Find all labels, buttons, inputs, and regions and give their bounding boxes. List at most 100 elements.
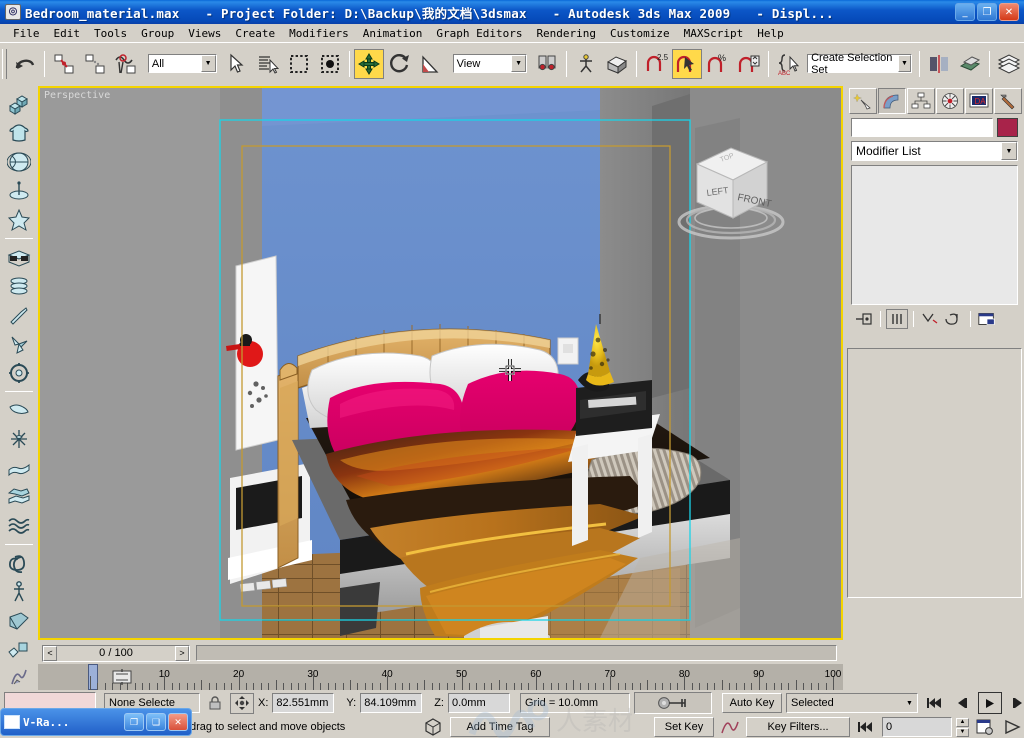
x-coordinate-input[interactable]: 82.551mm [272,693,335,713]
rectangular-selection-region-icon[interactable] [284,49,314,79]
next-frame-icon[interactable] [1006,692,1024,714]
display-tab[interactable]: DA [965,88,993,114]
stairs-icon[interactable] [4,359,34,387]
unlink-selection-icon[interactable] [80,49,110,79]
menu-item-rendering[interactable]: Rendering [529,26,603,41]
menu-item-file[interactable]: File [6,26,47,41]
menu-item-customize[interactable]: Customize [603,26,677,41]
angle-snap-toggle-icon[interactable]: 2.5 [641,49,671,79]
spin-up-button[interactable]: ▲ [956,717,969,727]
menu-item-views[interactable]: Views [181,26,228,41]
cameras-icon[interactable] [4,396,34,424]
mirror-selected-objects-icon[interactable] [924,49,954,79]
chevron-down-icon[interactable]: ▼ [906,700,913,707]
track-bar-track[interactable] [196,645,837,661]
menu-item-help[interactable]: Help [750,26,791,41]
spin-down-button[interactable]: ▼ [956,727,969,737]
track-bar[interactable]: < 0 / 100 > [38,642,843,664]
align-selection-icon[interactable] [955,49,985,79]
menu-item-graph-editors[interactable]: Graph Editors [429,26,529,41]
vray-minimize-button[interactable]: ❐ [124,713,144,731]
time-slider-ruler[interactable]: 10 20 30 40 50 60 70 80 90 100 [38,664,843,690]
menu-item-tools[interactable]: Tools [87,26,134,41]
modify-tab[interactable] [878,88,906,114]
field-of-view-icon[interactable] [1001,716,1024,738]
use-pivot-point-center-icon[interactable] [532,49,562,79]
object-name-input[interactable] [851,118,993,137]
make-unique-icon[interactable] [919,309,941,329]
modifier-list-dropdown[interactable]: Modifier List ▼ [851,141,1018,161]
undo-icon[interactable] [10,49,40,79]
goto-start-icon[interactable] [922,692,946,714]
key-filters-button[interactable]: Key Filters... [746,717,850,737]
time-configuration-icon[interactable] [973,716,997,738]
extended-primitives-icon[interactable] [4,119,34,147]
previous-frame-icon[interactable] [950,692,974,714]
chevron-down-icon[interactable]: ▼ [511,55,527,72]
vray-taskbar-item[interactable]: V-Ra... ❐ ❑ ✕ [0,708,192,736]
patch-grids-icon[interactable] [4,206,34,234]
mini-curve-editor-toggle[interactable] [0,664,38,690]
biped-icon[interactable] [4,578,34,606]
adaptive-degradation-icon[interactable] [420,716,446,738]
select-by-name-icon[interactable] [253,49,283,79]
mirror-icon[interactable] [571,49,601,79]
utilities-tab[interactable] [994,88,1022,114]
named-selection-set-input[interactable]: Create Selection Set ▼ [807,52,913,76]
key-mode-toggle-icon[interactable] [104,664,140,690]
nurbs-surfaces-icon[interactable] [4,243,34,271]
chevron-down-icon[interactable]: ▼ [897,55,912,72]
perspective-viewport[interactable]: Perspective LEFT FRONT TOP [38,86,843,640]
viewport-label[interactable]: Perspective [44,90,110,101]
waveform-icon[interactable] [4,512,34,540]
percent-snap-toggle-icon[interactable]: % [703,49,733,79]
restore-button[interactable]: ❐ [977,3,997,21]
layer-manager-icon[interactable] [994,49,1024,79]
chevron-down-icon[interactable]: ▼ [1001,142,1017,160]
ai-helpers-icon[interactable] [4,330,34,358]
vray-close-button[interactable]: ✕ [168,713,188,731]
vray-restore-button[interactable]: ❑ [146,713,166,731]
menu-item-animation[interactable]: Animation [356,26,430,41]
create-tab[interactable] [849,88,877,114]
menu-item-modifiers[interactable]: Modifiers [282,26,356,41]
select-and-move-icon[interactable] [353,48,384,79]
modifier-stack-list[interactable] [851,165,1018,305]
object-color-swatch[interactable] [997,118,1018,137]
bind-to-space-warp-icon[interactable] [111,49,141,79]
systems-icon[interactable] [4,483,34,511]
frame-spinner-buttons[interactable]: ▲ ▼ [956,717,969,737]
windows-icon[interactable] [4,301,34,329]
key-mode-toggle-button[interactable] [854,716,878,738]
toolbar-grip[interactable] [2,48,7,79]
remove-modifier-icon[interactable] [943,309,965,329]
z-coordinate-input[interactable]: 0.0mm [447,693,510,713]
set-key-button[interactable]: Set Key [654,717,714,737]
configure-modifier-sets-icon[interactable] [976,309,998,329]
show-end-result-icon[interactable] [886,309,908,329]
close-button[interactable]: ✕ [999,3,1019,21]
frame-spinner[interactable]: < 0 / 100 > [42,644,190,662]
add-time-tag-button[interactable]: Add Time Tag [450,717,550,737]
helpers-icon[interactable] [4,549,34,577]
selection-lock-icon[interactable] [204,693,226,713]
motion-tab[interactable] [936,88,964,114]
menu-item-group[interactable]: Group [134,26,181,41]
max-app-icon[interactable]: ◎ [5,4,21,20]
lights-icon[interactable] [4,425,34,453]
standard-primitives-icon[interactable] [4,90,34,118]
select-and-rotate-icon[interactable] [385,49,415,79]
key-filters-curve-icon[interactable] [718,716,742,738]
select-object-icon[interactable] [222,49,252,79]
hierarchy-tab[interactable] [907,88,935,114]
prev-frame-spin-button[interactable]: < [43,645,57,661]
edit-named-selection-sets-icon[interactable]: ABC [773,49,803,79]
paint-objects-icon[interactable] [4,636,34,664]
auto-key-button[interactable]: Auto Key [721,693,782,713]
current-frame-input[interactable]: 0 [882,717,952,737]
pin-stack-icon[interactable] [853,309,875,329]
window-crossing-icon[interactable] [315,49,345,79]
align-icon[interactable] [602,49,632,79]
space-warps-icon[interactable] [4,454,34,482]
key-handle-indicator[interactable] [633,692,712,714]
